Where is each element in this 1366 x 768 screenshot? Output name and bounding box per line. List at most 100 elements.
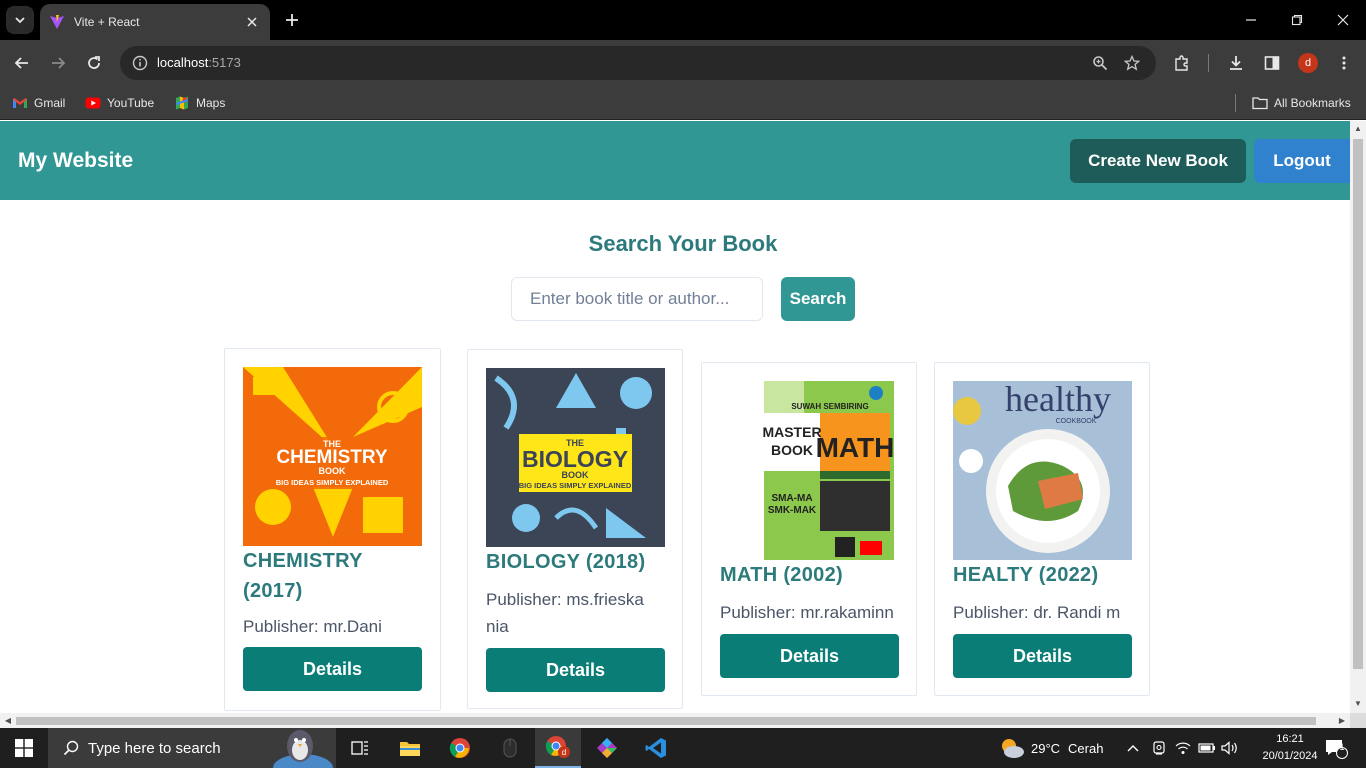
cover-text: BIG IDEAS SIMPLY EXPLAINED — [276, 478, 389, 487]
taskbar-clock[interactable]: 16:21 20/01/2024 — [1262, 731, 1318, 765]
close-window-icon[interactable] — [1331, 8, 1355, 32]
bookmark-label: Maps — [196, 96, 226, 110]
site-navbar: My Website Create New Book Logout — [0, 121, 1350, 200]
bookmarks-divider — [1235, 94, 1236, 112]
weather-widget[interactable]: 29°C Cerah — [999, 728, 1103, 768]
cover-text: BOOK — [562, 470, 590, 480]
book-publisher: Publisher: mr.Dani — [243, 617, 382, 636]
bookmark-gmail[interactable]: Gmail — [12, 92, 65, 114]
scrollbar-corner — [1350, 713, 1366, 728]
scroll-left-icon[interactable]: ◀ — [0, 713, 16, 728]
task-view-icon[interactable] — [337, 728, 383, 768]
url-host: localhost — [157, 55, 209, 70]
book-title: MATH (2002) — [720, 564, 843, 586]
book-cover-image[interactable]: THE BIOLOGY BOOK BIG IDEAS SIMPLY EXPLAI… — [486, 368, 665, 547]
start-button[interactable] — [0, 728, 48, 768]
vite-logo-icon — [48, 13, 66, 31]
weather-cloud-sun-icon — [1002, 739, 1024, 758]
details-button[interactable]: Details — [243, 647, 422, 691]
search-icon — [62, 739, 80, 757]
book-title: CHEMISTRY (2017) — [243, 550, 363, 602]
browser-tab-active[interactable]: Vite + React — [40, 4, 270, 40]
book-publisher: Publisher: mr.rakaminn — [720, 603, 894, 622]
notification-center-icon[interactable]: 1 — [1324, 728, 1348, 768]
details-button[interactable]: Details — [953, 634, 1132, 678]
restore-icon[interactable] — [1285, 8, 1309, 32]
vertical-scroll-thumb[interactable] — [1353, 139, 1363, 669]
all-bookmarks-label: All Bookmarks — [1274, 96, 1351, 110]
bookmark-youtube[interactable]: YouTube — [85, 92, 154, 114]
battery-icon[interactable] — [1198, 728, 1216, 768]
side-panel-icon[interactable] — [1260, 51, 1284, 75]
cover-text: MASTER — [762, 424, 821, 440]
git-app-icon[interactable] — [584, 728, 630, 768]
book-cover-image[interactable]: THE CHEMISTRY BOOK BIG IDEAS SIMPLY EXPL… — [243, 367, 422, 546]
horizontal-scroll-thumb[interactable] — [16, 717, 1316, 725]
site-info-icon[interactable] — [130, 53, 150, 73]
details-button[interactable]: Details — [720, 634, 899, 678]
forward-icon[interactable] — [46, 51, 70, 75]
book-card: SUWAH SEMBIRING MASTER BOOK MATH SMA-MA … — [701, 362, 917, 696]
chrome-icon[interactable] — [437, 728, 483, 768]
extensions-icon[interactable] — [1170, 51, 1194, 75]
svg-text:d: d — [562, 748, 566, 757]
scroll-down-icon[interactable]: ▼ — [1350, 696, 1366, 711]
book-search-input[interactable] — [511, 277, 763, 321]
bookmark-label: YouTube — [107, 96, 155, 110]
all-bookmarks-button[interactable]: All Bookmarks — [1252, 92, 1351, 114]
notification-count: 1 — [1339, 742, 1345, 752]
folder-icon — [1252, 95, 1268, 111]
horizontal-scrollbar[interactable]: ◀ ▶ — [0, 713, 1350, 728]
volume-icon[interactable] — [1221, 728, 1239, 768]
chevron-down-icon — [15, 17, 25, 24]
search-heading: Search Your Book — [588, 231, 778, 256]
mouse-app-icon[interactable] — [487, 728, 533, 768]
clock-time: 16:21 — [1276, 733, 1304, 745]
taskbar-search-placeholder: Type here to search — [88, 739, 221, 757]
windows-taskbar: Type here to search d 29°C Cerah 16:21 2… — [0, 728, 1366, 768]
scroll-up-icon[interactable]: ▲ — [1350, 121, 1366, 136]
vscode-icon[interactable] — [633, 728, 679, 768]
minimize-icon[interactable] — [1239, 8, 1263, 32]
details-button[interactable]: Details — [486, 648, 665, 692]
reload-icon[interactable] — [82, 51, 106, 75]
close-tab-icon[interactable] — [244, 14, 260, 30]
cover-text: MATH — [816, 432, 895, 463]
wifi-icon[interactable] — [1175, 728, 1191, 768]
zoom-icon[interactable] — [1090, 53, 1110, 73]
cover-text: BIG IDEAS SIMPLY EXPLAINED — [519, 481, 632, 490]
book-title: BIOLOGY (2018) — [486, 551, 646, 573]
cover-text: SMA-MA — [771, 493, 812, 504]
url-port: :5173 — [208, 55, 241, 70]
search-button[interactable]: Search — [781, 277, 855, 321]
toolbar-divider — [1208, 54, 1209, 72]
create-new-book-button[interactable]: Create New Book — [1070, 139, 1246, 183]
book-publisher: Publisher: ms.frieskania — [486, 590, 644, 636]
book-card: THE CHEMISTRY BOOK BIG IDEAS SIMPLY EXPL… — [224, 348, 441, 711]
new-tab-icon[interactable] — [282, 10, 302, 30]
bookmark-maps[interactable]: Maps — [174, 92, 225, 114]
profile-avatar[interactable]: d — [1298, 53, 1318, 73]
book-cover-image[interactable]: healthy COOKBOOK — [953, 381, 1132, 560]
download-icon[interactable] — [1224, 51, 1248, 75]
back-icon[interactable] — [10, 51, 34, 75]
file-explorer-icon[interactable] — [387, 728, 433, 768]
taskbar-search-box[interactable]: Type here to search — [48, 728, 336, 768]
browser-tab-bar: Vite + React — [0, 0, 1366, 40]
tab-title: Vite + React — [74, 15, 140, 29]
search-highlight-illustration-icon — [273, 730, 333, 768]
device-icon[interactable] — [1151, 728, 1167, 768]
browser-toolbar: localhost:5173 d — [0, 40, 1366, 86]
address-bar[interactable]: localhost:5173 — [120, 46, 1156, 80]
show-hidden-icons-icon[interactable] — [1126, 728, 1140, 768]
browser-menu-icon[interactable] — [1332, 51, 1356, 75]
bookmark-star-icon[interactable] — [1122, 53, 1142, 73]
chrome-profile-icon[interactable]: d — [535, 728, 581, 768]
book-publisher: Publisher: dr. Randi m — [953, 603, 1121, 622]
book-cover-image[interactable]: SUWAH SEMBIRING MASTER BOOK MATH SMA-MA … — [720, 381, 899, 560]
vertical-scrollbar[interactable]: ▲ ▼ — [1350, 121, 1366, 713]
site-brand[interactable]: My Website — [18, 149, 133, 173]
logout-button[interactable]: Logout — [1254, 139, 1350, 183]
scroll-right-icon[interactable]: ▶ — [1334, 713, 1350, 728]
tab-search-button[interactable] — [6, 6, 34, 34]
